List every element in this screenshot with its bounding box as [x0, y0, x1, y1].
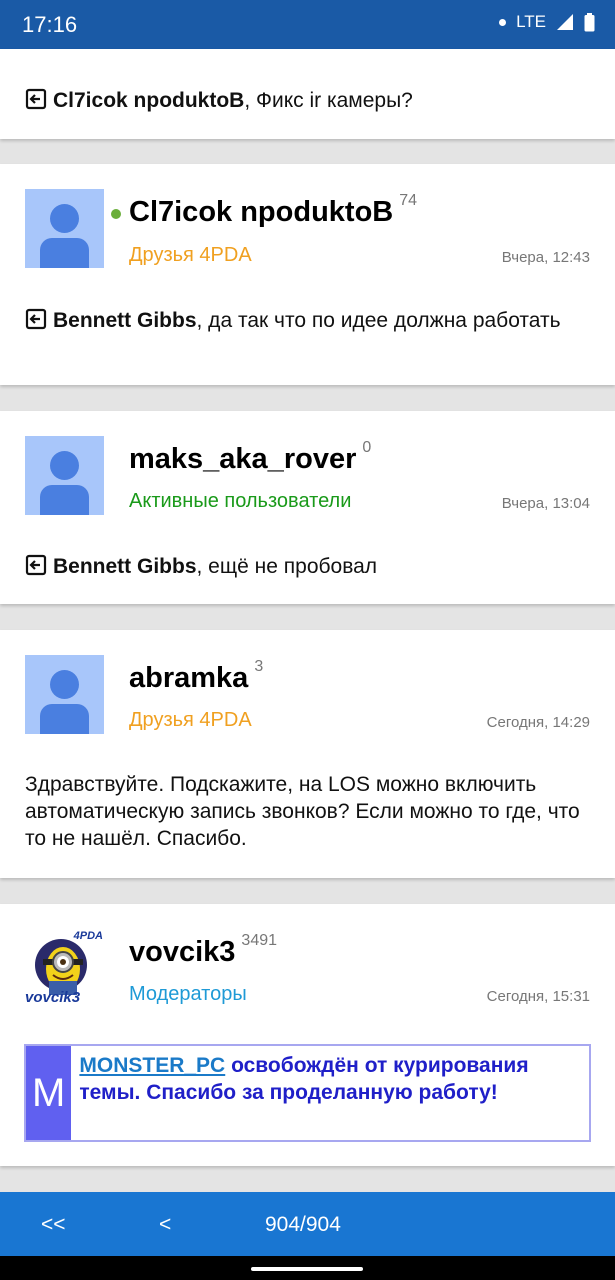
username[interactable]: Cl7icok npoduktoB 74 [129, 192, 417, 229]
reputation: 3 [254, 658, 264, 675]
network-type: LTE [516, 12, 546, 31]
post-text: Bennett Gibbs, ещё не пробовал [25, 553, 590, 580]
username[interactable]: abramka 3 [129, 658, 263, 695]
moderator-user-link[interactable]: MONSTER_PC [79, 1054, 225, 1077]
home-gesture-handle[interactable] [251, 1267, 363, 1271]
quote-reply-icon[interactable] [25, 88, 47, 110]
quote-reply-icon[interactable] [25, 308, 47, 330]
first-page-button[interactable]: << [41, 1213, 66, 1237]
post-text: Bennett Gibbs, да так что по идее должна… [25, 307, 590, 334]
user-group: Друзья 4PDA [129, 244, 252, 266]
user-group: Модераторы [129, 983, 247, 1005]
post-text: Здравствуйте. Подскажите, на LOS можно в… [25, 773, 580, 850]
post-card-partial: Cl7icok npoduktoB, Фикс ir камеры? [0, 49, 615, 139]
quote-reply-icon[interactable] [25, 554, 47, 576]
status-bar: 17:16 LTE [0, 0, 615, 49]
quoted-username[interactable]: Bennett Gibbs [53, 555, 197, 578]
moderator-notice: M MONSTER_PC освобождён от курирования т… [24, 1044, 591, 1142]
user-group: Друзья 4PDA [129, 709, 252, 731]
avatar[interactable]: 4PDA vovcik3 [25, 929, 104, 1008]
avatar-label: vovcik3 [25, 989, 81, 1006]
prev-page-button[interactable]: < [159, 1213, 171, 1237]
avatar[interactable] [25, 655, 104, 734]
user-group: Активные пользователи [129, 490, 352, 512]
post-card: Cl7icok npoduktoB 74 Друзья 4PDA Вчера, 1… [0, 164, 615, 385]
signal-icon [557, 14, 573, 30]
avatar-label-top: 4PDA [73, 930, 103, 942]
moderator-badge: M [26, 1046, 72, 1140]
username[interactable]: vovcik3 3491 [129, 932, 277, 969]
battery-icon [584, 12, 595, 31]
page-indicator[interactable]: 904/904 [265, 1213, 341, 1237]
status-time: 17:16 [22, 12, 78, 37]
username[interactable]: maks_aka_rover 0 [129, 439, 371, 476]
reputation: 3491 [241, 932, 278, 949]
avatar[interactable] [25, 436, 104, 515]
post-date: Вчера, 13:04 [501, 495, 590, 512]
notification-dot-icon [499, 18, 507, 26]
pagination-bar: << < 904/904 [0, 1192, 615, 1256]
post-card: maks_aka_rover 0 Активные пользователи Вч… [0, 411, 615, 604]
reputation: 74 [399, 192, 418, 209]
quoted-username[interactable]: Cl7icok npoduktoB [53, 89, 244, 112]
reputation: 0 [362, 439, 372, 456]
online-indicator-icon [111, 209, 121, 219]
avatar[interactable] [25, 189, 104, 268]
system-nav-bar [0, 1256, 615, 1280]
post-card: 4PDA vovcik3 vovcik3 3491 Модераторы Сего… [0, 904, 615, 1166]
post-text: Cl7icok npoduktoB, Фикс ir камеры? [25, 87, 590, 114]
post-date: Вчера, 12:43 [501, 249, 590, 266]
post-date: Сегодня, 14:29 [486, 714, 590, 731]
quoted-username[interactable]: Bennett Gibbs [53, 309, 197, 332]
post-card: abramka 3 Друзья 4PDA Сегодня, 14:29 Здра… [0, 630, 615, 878]
moderator-notice-text: MONSTER_PC освобождён от курирования тем… [79, 1054, 529, 1104]
post-date: Сегодня, 15:31 [486, 988, 590, 1005]
